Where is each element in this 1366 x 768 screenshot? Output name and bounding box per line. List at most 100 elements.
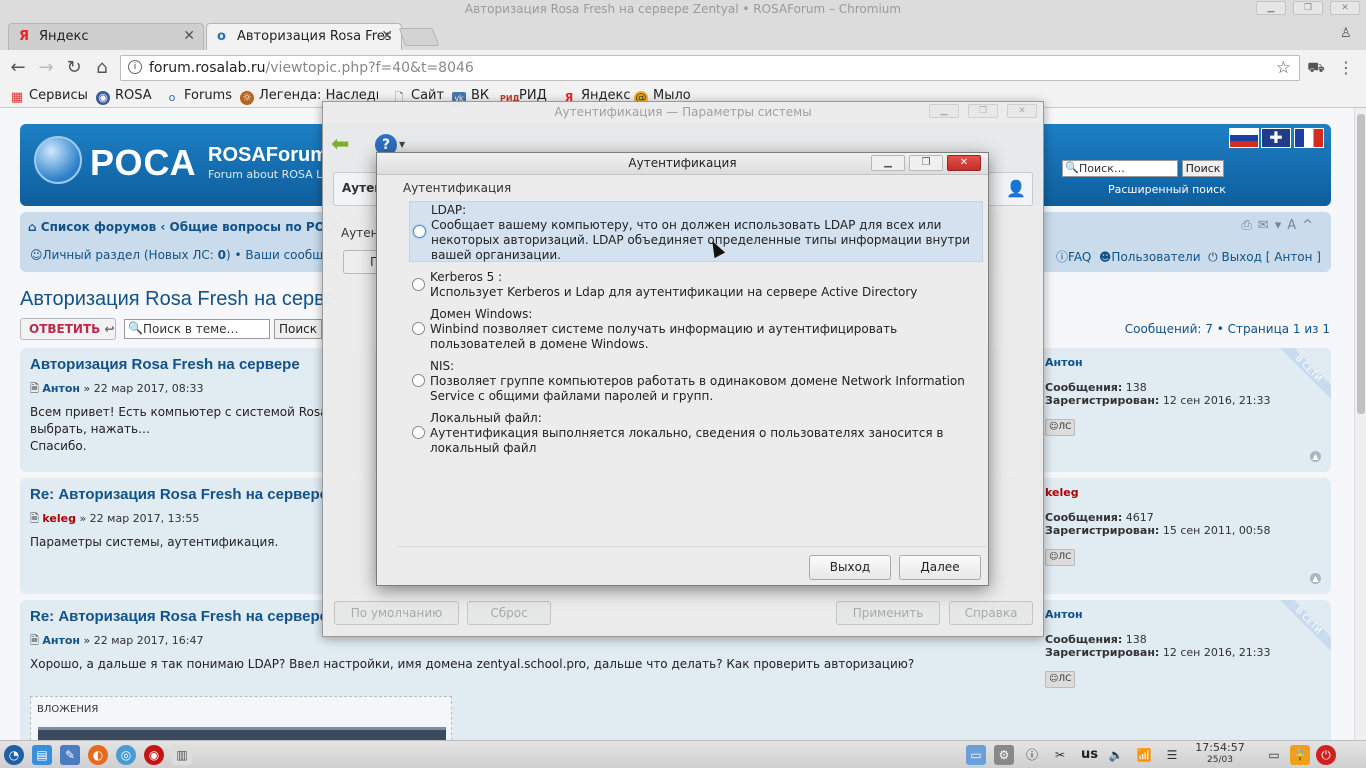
clipboard-icon[interactable]: ✂ [1050,745,1070,765]
topic-search-button[interactable]: Поиск [274,319,322,339]
logout-link[interactable]: Выход [ Антон ] [1222,250,1322,264]
post-author[interactable]: Антон [42,634,80,647]
profile-icon[interactable]: ♙ [1340,26,1352,41]
breadcrumb-section[interactable]: Общие вопросы по РОСЕ [170,220,342,234]
lock-icon[interactable]: 🔒 [1290,745,1310,765]
post-author[interactable]: keleg [42,512,76,525]
post-title[interactable]: Авторизация Rosa Fresh на сервере [30,356,300,373]
next-button[interactable]: Далее [899,555,981,580]
firefox-icon[interactable]: ◐ [88,745,108,765]
menu-icon[interactable]: ⋮ [1336,58,1356,78]
volume-icon[interactable]: 🔈 [1106,745,1126,765]
bookmark-rosa[interactable]: ◉ ROSA [96,88,152,105]
back-to-top-icon[interactable]: ▲ [1310,451,1321,462]
uk-flag-icon[interactable]: ✚ [1261,128,1291,148]
bookmark-services[interactable]: ▦ Сервисы [10,88,88,105]
russian-flag-icon[interactable] [1229,128,1259,148]
info-icon[interactable]: ⓘ [1022,745,1042,765]
option-nis[interactable]: NIS: Позволяет группе компьютеров работа… [409,358,983,404]
attachment-thumbnail[interactable] [38,727,446,740]
french-flag-icon[interactable] [1294,128,1324,148]
keyboard-layout[interactable]: us [1081,747,1098,762]
window-switcher-icon[interactable]: ▭ [966,745,986,765]
rosa-logo-icon[interactable] [34,136,82,184]
radio-windows-domain[interactable] [412,322,425,335]
maximize-button[interactable]: ❐ [1293,1,1323,15]
archive-icon[interactable]: ▥ [172,745,192,765]
power-icon[interactable]: ⏻ [1316,745,1336,765]
start-menu-icon[interactable]: ◔ [4,745,24,765]
wifi-icon[interactable]: 📶 [1134,745,1154,765]
post-title[interactable]: Re: Авторизация Rosa Fresh на сервере [30,608,328,625]
faq-link[interactable]: FAQ [1068,250,1091,264]
page-scrollbar[interactable] [1354,108,1366,740]
chevron-down-icon[interactable]: ▼ [399,140,405,149]
close-window-button[interactable]: ✕ [1330,1,1360,15]
radio-local-file[interactable] [412,426,425,439]
profile-username[interactable]: keleg [1045,486,1271,499]
font-size-icon[interactable]: ▾A^ [1275,218,1319,233]
post-author[interactable]: Антон [42,382,80,395]
exit-button[interactable]: Выход [809,555,891,580]
maximize-button[interactable]: ❐ [909,155,943,171]
forward-icon[interactable]: → [36,58,56,78]
show-desktop-icon[interactable]: ▭ [1264,745,1284,765]
notifications-icon[interactable]: ☰ [1162,745,1182,765]
logo-text[interactable]: РОСА [90,142,197,184]
address-bar[interactable]: i forum.rosalab.ru/viewtopic.php?f=40&t=… [120,55,1300,81]
option-local-file[interactable]: Локальный файл: Аутентификация выполняет… [409,410,983,456]
radio-kerberos[interactable] [412,278,425,291]
advanced-search-link[interactable]: Расширенный поиск [1108,183,1226,196]
home-icon[interactable]: ⌂ [28,220,37,234]
option-windows-domain[interactable]: Домен Windows: Winbind позволяет системе… [409,306,983,352]
back-arrow-icon[interactable]: ⬅ [331,132,349,157]
pm-button[interactable]: ☺ЛС [1045,671,1076,688]
info-icon[interactable]: i [128,60,142,74]
site-title[interactable]: ROSAForum [208,144,328,167]
chromium-icon[interactable]: ◎ [116,745,136,765]
reset-button[interactable]: Сброс [467,601,551,625]
topic-search-input[interactable]: 🔍 Поиск в теме… [124,319,270,339]
extension-icon[interactable]: ⛟ [1306,58,1326,78]
option-ldap[interactable]: LDAP: Сообщает вашему компьютеру, что он… [409,201,983,262]
header-search-input[interactable]: 🔍 Поиск… [1062,160,1178,177]
bookmark-star-icon[interactable]: ☆ [1276,58,1291,78]
reload-icon[interactable]: ↻ [64,58,84,78]
text-editor-icon[interactable]: ✎ [60,745,80,765]
file-manager-icon[interactable]: ▤ [32,745,52,765]
profile-username[interactable]: Антон [1045,356,1271,369]
clock[interactable]: 17:54:57 25/03 [1190,741,1250,767]
close-tab-icon[interactable]: ✕ [381,28,393,44]
header-search-button[interactable]: Поиск [1182,160,1224,177]
topic-title[interactable]: Авторизация Rosa Fresh на серве [20,288,336,311]
close-tab-icon[interactable]: ✕ [183,28,195,44]
home-icon[interactable]: ⌂ [92,58,112,78]
minimize-button[interactable]: ▁ [929,104,959,118]
users-link[interactable]: Пользователи [1111,250,1200,264]
minimize-button[interactable]: ▁ [871,155,905,171]
email-icon[interactable]: ✉ [1258,218,1275,233]
apply-button[interactable]: Применить [836,601,940,625]
print-icon[interactable]: ⎙ [1241,218,1257,233]
pm-button[interactable]: ☺ЛС [1045,419,1076,436]
radio-ldap[interactable] [413,225,426,238]
bookmark-forums[interactable]: o Forums [165,88,232,105]
back-icon[interactable]: ← [8,58,28,78]
back-to-top-icon[interactable]: ▲ [1310,573,1321,584]
help-button[interactable]: Справка [949,601,1033,625]
close-button[interactable]: ✕ [947,155,981,171]
tab-rosaforum[interactable]: o Авторизация Rosa Fres ✕ [206,23,402,50]
reply-button[interactable]: ОТВЕТИТЬ ↩ [20,318,116,340]
personal-link[interactable]: Личный раздел (Новых ЛС: [43,248,218,262]
media-player-icon[interactable]: ◉ [144,745,164,765]
settings-icon[interactable]: ⚙ [994,745,1014,765]
scrollbar-thumb[interactable] [1357,114,1365,414]
radio-nis[interactable] [412,374,425,387]
defaults-button[interactable]: По умолчанию [334,601,459,625]
post-title[interactable]: Re: Авторизация Rosa Fresh на сервере [30,486,328,503]
option-kerberos[interactable]: Kerberos 5 : Использует Kerberos и Ldap … [409,269,983,301]
minimize-button[interactable]: ▁ [1256,1,1286,15]
close-button[interactable]: ✕ [1007,104,1037,118]
new-tab-button[interactable] [398,28,440,46]
profile-username[interactable]: Антон [1045,608,1271,621]
